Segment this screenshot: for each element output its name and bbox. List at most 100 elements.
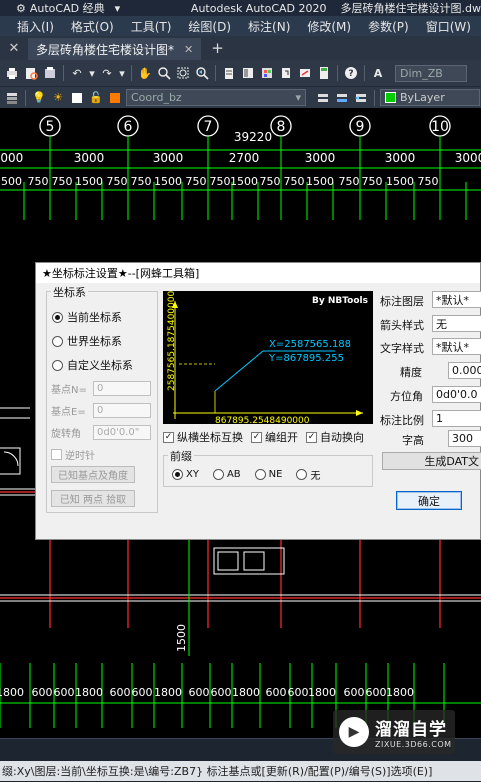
- checkbox-icon[interactable]: [51, 449, 62, 460]
- lightbulb-icon[interactable]: 💡: [31, 90, 47, 106]
- dimension-text: 3000: [0, 151, 23, 165]
- layer-select[interactable]: *默认*: [432, 291, 481, 308]
- play-icon: ▶: [339, 717, 369, 747]
- layer-properties-icon[interactable]: [4, 90, 20, 106]
- radio-custom-coord[interactable]: 自定义坐标系: [52, 357, 133, 373]
- row2-dims: 1500750750150075075015007507501500750750…: [0, 175, 439, 188]
- color-combo[interactable]: ByLayer: [380, 89, 480, 106]
- markup-icon[interactable]: [297, 65, 313, 81]
- radio-icon[interactable]: [52, 335, 63, 347]
- publish-icon[interactable]: [42, 65, 58, 81]
- radio-current-coord[interactable]: 当前坐标系: [52, 309, 122, 325]
- design-center-icon[interactable]: [240, 65, 256, 81]
- base-n-label: 基点N=: [51, 385, 87, 396]
- chevron-down-icon[interactable]: ▾: [118, 65, 126, 81]
- menu-draw[interactable]: 绘图(D): [171, 18, 231, 35]
- coordinate-system-legend: 坐标系: [51, 284, 88, 300]
- precision-label: 精度: [400, 366, 422, 379]
- checkbox-checked-icon[interactable]: ✓: [163, 431, 174, 443]
- layer-previous-icon[interactable]: [353, 90, 369, 106]
- prefix-legend: 前缀: [168, 448, 194, 464]
- text-style-select[interactable]: *默认*: [432, 338, 481, 355]
- radio-prefix-xy[interactable]: XY: [172, 469, 199, 480]
- workspace-switcher[interactable]: ⚙ AutoCAD 经典 ▾: [0, 0, 157, 16]
- dimension-text: 3000: [455, 151, 481, 165]
- print-icon[interactable]: [4, 65, 20, 81]
- radio-world-coord[interactable]: 世界坐标系: [52, 333, 122, 349]
- ccw-checkbox-row[interactable]: 逆时针: [51, 447, 95, 462]
- radio-selected-icon[interactable]: [52, 311, 63, 323]
- plot-preview-icon[interactable]: [23, 65, 39, 81]
- radio-icon[interactable]: [254, 469, 266, 480]
- precision-input[interactable]: 0.000: [448, 362, 481, 379]
- wrap-checkbox-row[interactable]: ✓ 自动换向: [306, 429, 364, 445]
- menu-format[interactable]: 格式(O): [54, 18, 114, 35]
- layer-color-icon[interactable]: [69, 90, 85, 106]
- base-n-field[interactable]: 0: [93, 381, 151, 396]
- generate-dat-button[interactable]: 生成DAT文: [382, 452, 481, 470]
- base-e-field[interactable]: 0: [93, 403, 151, 418]
- layer-combo[interactable]: Coord_bz ▾: [126, 89, 306, 106]
- radio-label: XY: [186, 469, 199, 480]
- zoom-previous-icon[interactable]: [194, 65, 210, 81]
- checkbox-checked-icon[interactable]: ✓: [251, 431, 262, 443]
- ok-button[interactable]: 确定: [396, 491, 462, 510]
- radio-selected-icon[interactable]: [172, 469, 183, 480]
- tool-palettes-icon[interactable]: [259, 65, 275, 81]
- known-base-button[interactable]: 已知基点及角度: [51, 466, 135, 483]
- close-icon[interactable]: ✕: [0, 41, 28, 56]
- radio-icon[interactable]: [296, 469, 308, 480]
- axis-number: 8: [277, 119, 286, 135]
- sun-icon[interactable]: ☀: [50, 90, 66, 106]
- radio-prefix-none[interactable]: 无: [296, 467, 320, 482]
- menu-bar: 插入(I) 格式(O) 工具(T) 绘图(D) 标注(N) 修改(M) 参数(P…: [0, 16, 481, 36]
- sheet-set-icon[interactable]: [278, 65, 294, 81]
- text-style-icon[interactable]: A: [370, 65, 386, 81]
- tab-document[interactable]: 多层砖角楼住宅楼设计图* ✕: [28, 38, 202, 60]
- help-icon[interactable]: ?: [343, 65, 359, 81]
- radio-icon[interactable]: [52, 359, 63, 371]
- redo-icon[interactable]: ↷: [99, 65, 115, 81]
- two-points-button[interactable]: 已知 两点 拾取: [51, 490, 135, 507]
- chevron-down-icon[interactable]: ▾: [88, 65, 96, 81]
- new-tab-button[interactable]: +: [211, 39, 224, 57]
- swap-checkbox-row[interactable]: ✓ 纵横坐标互换: [163, 429, 243, 445]
- arrow-style-select[interactable]: 无: [432, 315, 481, 332]
- toolbar-divider: [337, 65, 338, 81]
- radio-label: AB: [226, 469, 241, 480]
- undo-icon[interactable]: ↶: [69, 65, 85, 81]
- zoom-window-icon[interactable]: [175, 65, 191, 81]
- properties-icon[interactable]: [221, 65, 237, 81]
- menu-dimension[interactable]: 标注(N): [231, 18, 290, 35]
- rotate-field[interactable]: 0d0'0.0": [93, 425, 151, 440]
- command-prompt[interactable]: 缀:Xy\图层:当前\坐标互换:是\编号:ZB7} 标注基点或[更新(R)/配置…: [0, 761, 481, 781]
- menu-parametric[interactable]: 参数(P): [351, 18, 409, 35]
- text-height-input[interactable]: 300: [448, 430, 481, 447]
- tab-close-icon[interactable]: ✕: [184, 43, 193, 56]
- make-current-icon[interactable]: [315, 90, 331, 106]
- scale-input[interactable]: 1: [432, 410, 481, 427]
- calculator-icon[interactable]: [316, 65, 332, 81]
- lock-icon[interactable]: 🔓: [88, 90, 104, 106]
- dimension-text: 600: [266, 686, 287, 699]
- menu-tools[interactable]: 工具(T): [114, 18, 172, 35]
- match-layer-icon[interactable]: [334, 90, 350, 106]
- pan-icon[interactable]: ✋: [137, 65, 153, 81]
- coordinate-system-group: 坐标系 当前坐标系 世界坐标系 自定义坐标系 基点N= 0 基点E= 0 旋转角…: [46, 284, 158, 513]
- menu-modify[interactable]: 修改(M): [290, 18, 351, 35]
- zoom-realtime-icon[interactable]: [156, 65, 172, 81]
- menu-insert[interactable]: 插入(I): [0, 18, 54, 35]
- preview-vertical-text: 2587565.1875400000: [167, 291, 177, 391]
- dimension-text: 1500: [230, 175, 258, 188]
- checkbox-checked-icon[interactable]: ✓: [306, 431, 317, 443]
- menu-window[interactable]: 窗口(W): [409, 18, 471, 35]
- radio-prefix-ne[interactable]: NE: [254, 469, 282, 480]
- radio-prefix-ab[interactable]: AB: [212, 469, 241, 480]
- radio-icon[interactable]: [212, 469, 224, 480]
- group-checkbox-row[interactable]: ✓ 编组开: [251, 429, 298, 445]
- dimension-text: 600: [32, 686, 53, 699]
- layer-swatch-icon[interactable]: [107, 90, 123, 106]
- dim-style-combo[interactable]: Dim_ZB: [395, 64, 467, 82]
- file-tab-bar: ✕ 多层砖角楼住宅楼设计图* ✕ +: [0, 36, 481, 60]
- azimuth-input[interactable]: 0d0'0.0: [432, 386, 481, 403]
